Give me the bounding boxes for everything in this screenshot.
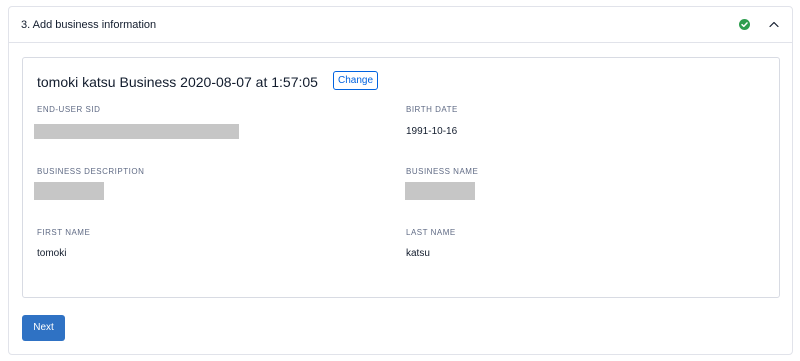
last-name-label: LAST NAME: [406, 228, 456, 237]
next-button[interactable]: Next: [22, 315, 65, 341]
first-name-value: tomoki: [37, 248, 67, 259]
first-name-label: FIRST NAME: [37, 228, 91, 237]
section-title: 3. Add business information: [21, 19, 157, 31]
end-user-sid-redacted-value: [34, 124, 239, 139]
change-button[interactable]: Change: [333, 71, 379, 90]
chevron-up-icon[interactable]: [768, 18, 780, 30]
end-user-sid-label: END-USER SID: [37, 105, 101, 114]
birth-date-value: 1991-10-16: [406, 126, 458, 137]
business-card: tomoki katsu Business 2020-08-07 at 1:57…: [22, 57, 780, 298]
business-name-label: BUSINESS NAME: [406, 167, 479, 176]
business-information-panel: 3. Add business information tomoki katsu…: [8, 6, 793, 355]
business-description-redacted-value: [34, 182, 104, 200]
business-title: tomoki katsu Business 2020-08-07 at 1:57…: [37, 74, 318, 90]
check-circle-icon: [739, 19, 750, 30]
business-description-label: BUSINESS DESCRIPTION: [37, 167, 145, 176]
last-name-value: katsu: [406, 248, 430, 259]
birth-date-label: BIRTH DATE: [406, 105, 458, 114]
panel-header[interactable]: 3. Add business information: [9, 7, 792, 43]
business-name-redacted-value: [405, 182, 475, 200]
